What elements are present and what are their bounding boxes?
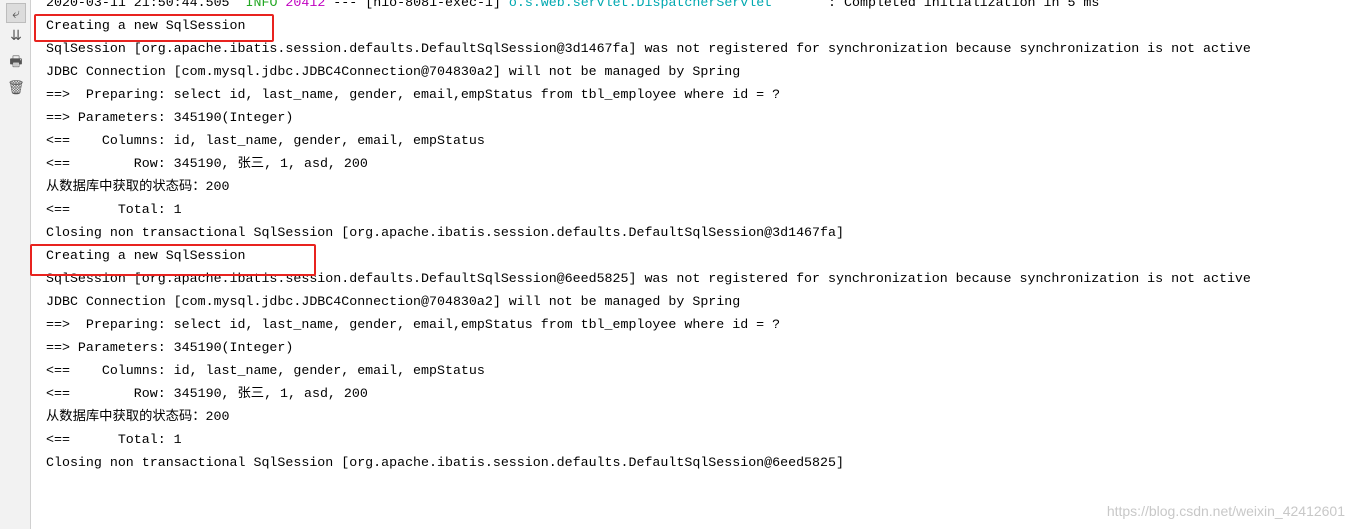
log-line: <== Columns: id, last_name, gender, emai… xyxy=(46,363,485,378)
logger: o.s.web.servlet.DispatcherServlet xyxy=(508,0,773,10)
log-line: <== Row: 345190, 张三, 1, asd, 200 xyxy=(46,386,368,401)
log-line: <== Total: 1 xyxy=(46,432,182,447)
soft-wrap-icon[interactable]: ⤶ xyxy=(6,3,26,23)
log-line: JDBC Connection [com.mysql.jdbc.JDBC4Con… xyxy=(46,64,741,79)
log-line: <== Columns: id, last_name, gender, emai… xyxy=(46,133,485,148)
log-line-header: 2020-03-11 21:50:44.505 INFO 20412 --- [… xyxy=(46,0,1251,14)
log-line: ==> Preparing: select id, last_name, gen… xyxy=(46,87,781,102)
console-output[interactable]: 2020-03-11 21:50:44.505 INFO 20412 --- [… xyxy=(46,0,1251,474)
log-level: INFO xyxy=(245,0,278,10)
thread: [nio-8081-exec-1] xyxy=(365,0,501,10)
timestamp: 2020-03-11 21:50:44.505 xyxy=(46,0,230,10)
trash-icon[interactable]: 🗑 xyxy=(6,78,26,98)
highlight-box xyxy=(34,14,274,42)
console-toolbar: ⤶ ⇊ 🖶 🗑 xyxy=(0,0,31,529)
log-line: Closing non transactional SqlSession [or… xyxy=(46,225,844,240)
log-line: Closing non transactional SqlSession [or… xyxy=(46,455,844,470)
scroll-to-end-icon[interactable]: ⇊ xyxy=(6,26,26,46)
separator: --- xyxy=(333,0,358,10)
log-line: ==> Preparing: select id, last_name, gen… xyxy=(46,317,781,332)
pid: 20412 xyxy=(285,0,326,10)
log-line: ==> Parameters: 345190(Integer) xyxy=(46,110,294,125)
log-line: ==> Parameters: 345190(Integer) xyxy=(46,340,294,355)
log-line: JDBC Connection [com.mysql.jdbc.JDBC4Con… xyxy=(46,294,741,309)
log-line: <== Row: 345190, 张三, 1, asd, 200 xyxy=(46,156,368,171)
log-line: 从数据库中获取的状态码：200 xyxy=(46,409,230,424)
watermark: https://blog.csdn.net/weixin_42412601 xyxy=(1106,503,1345,519)
log-message: : Completed initialization in 5 ms xyxy=(772,0,1100,10)
log-line: 从数据库中获取的状态码：200 xyxy=(46,179,230,194)
highlight-box xyxy=(30,244,316,276)
log-line: <== Total: 1 xyxy=(46,202,182,217)
print-icon[interactable]: 🖶 xyxy=(6,52,26,72)
